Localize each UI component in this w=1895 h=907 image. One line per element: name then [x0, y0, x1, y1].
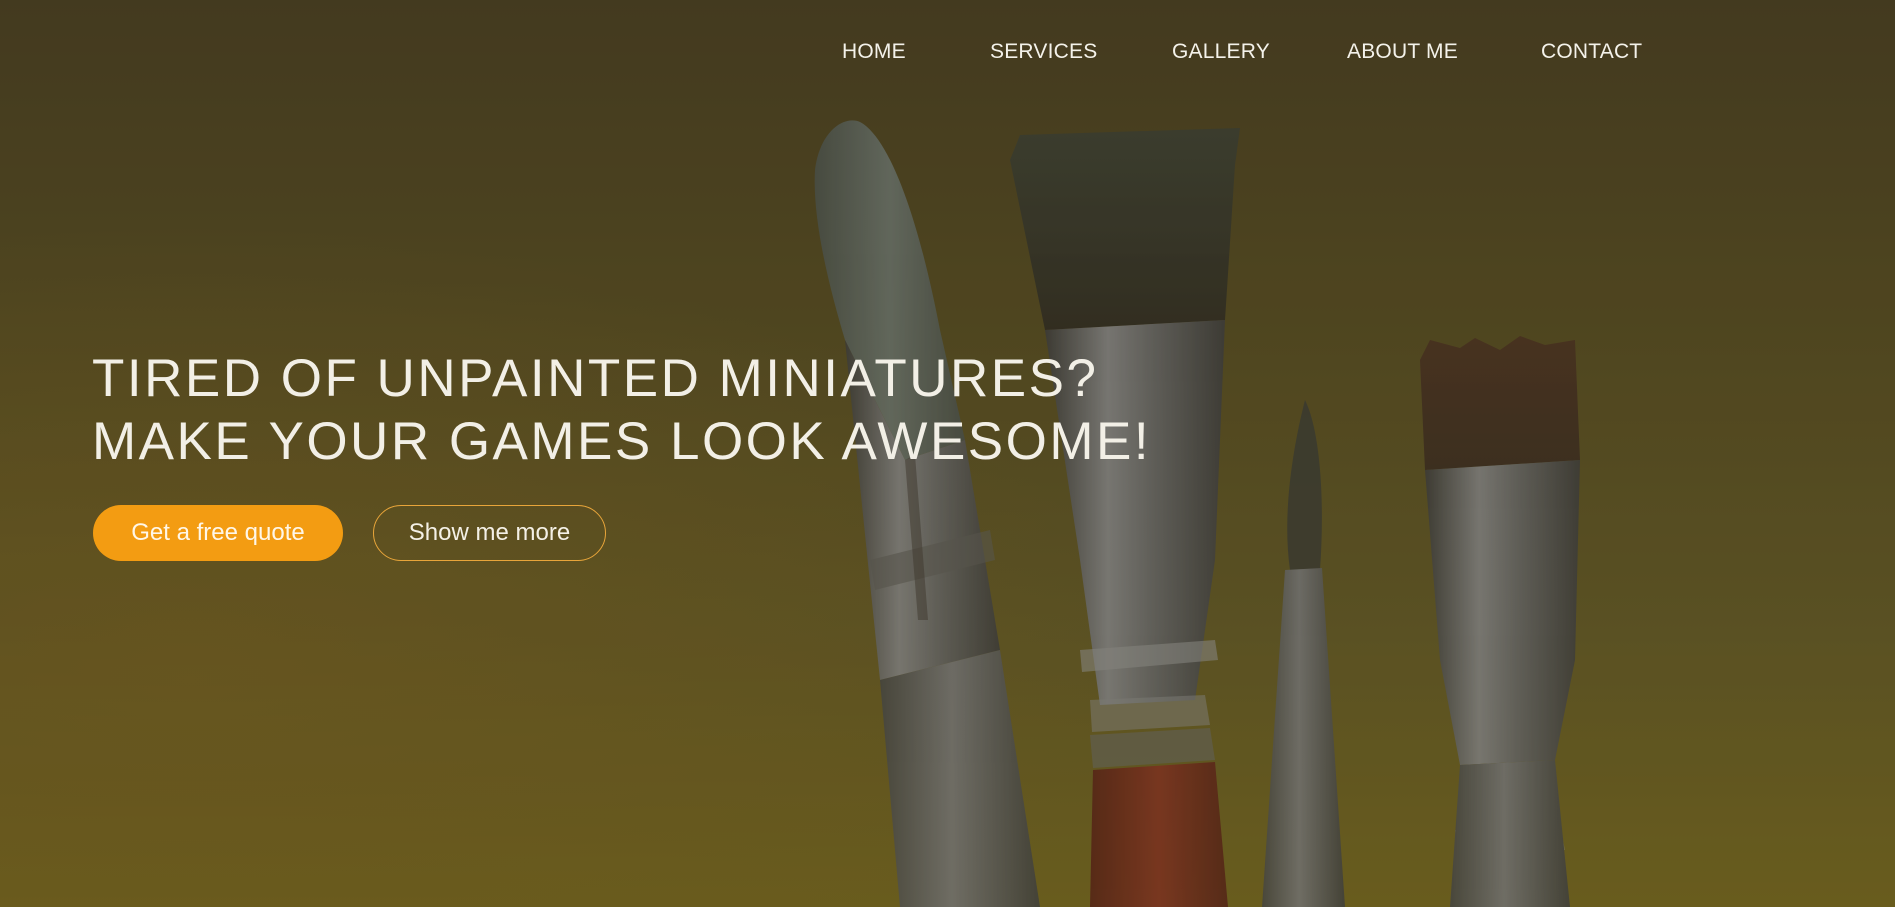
- hero-headline-line-1: TIRED OF UNPAINTED MINIATURES?: [92, 349, 1099, 408]
- get-free-quote-button[interactable]: Get a free quote: [93, 505, 343, 561]
- top-navigation: HOME SERVICES GALLERY ABOUT ME CONTACT: [0, 0, 1895, 108]
- hero-section: HOME SERVICES GALLERY ABOUT ME CONTACT T…: [0, 0, 1895, 907]
- nav-services-link[interactable]: SERVICES: [990, 40, 1097, 64]
- hero-headline-line-2: MAKE YOUR GAMES LOOK AWESOME!: [92, 412, 1152, 471]
- nav-about-me-link[interactable]: ABOUT ME: [1347, 40, 1458, 64]
- nav-contact-link[interactable]: CONTACT: [1541, 40, 1642, 64]
- nav-gallery-link[interactable]: GALLERY: [1172, 40, 1270, 64]
- hero-headline: TIRED OF UNPAINTED MINIATURES? MAKE YOUR…: [92, 347, 1151, 473]
- nav-home-link[interactable]: HOME: [842, 40, 906, 64]
- show-me-more-button[interactable]: Show me more: [373, 505, 606, 561]
